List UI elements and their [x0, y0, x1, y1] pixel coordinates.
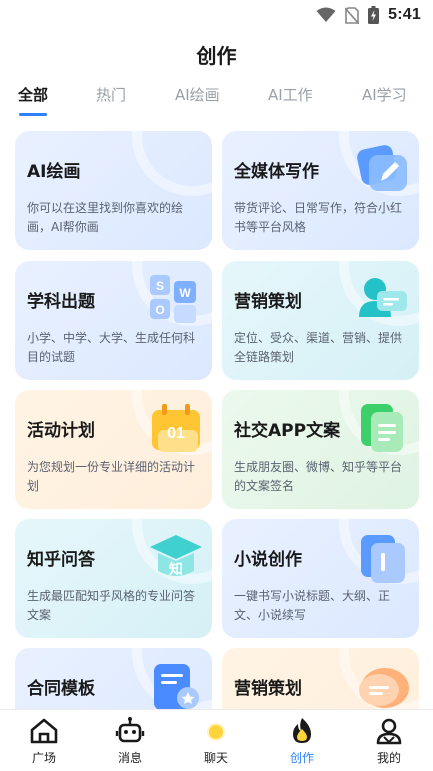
book-icon: [361, 535, 405, 583]
contract-icon: [154, 664, 199, 710]
nav-plaza[interactable]: 广场: [14, 716, 74, 768]
person-chat-icon: [359, 278, 407, 317]
card-title: 学科出题: [27, 292, 95, 312]
tab-ai-study[interactable]: AI学习: [362, 84, 407, 105]
calendar-icon: 01: [152, 404, 200, 452]
card-title: 全媒体写作: [234, 162, 319, 182]
nav-label: 消息: [117, 751, 142, 765]
card-desc: 生成最匹配知乎风格的专业问答文案: [27, 589, 196, 622]
card-desc: 生成朋友圈、微博、知乎等平台的文案签名: [234, 460, 403, 493]
tab-all[interactable]: 全部: [18, 84, 48, 105]
card-desc: 小学、中学、大学、生成任何科目的试题: [27, 331, 196, 364]
svg-text:01: 01: [167, 425, 185, 442]
card-novel-writing[interactable]: 小说创作 一键书写小说标题、大纲、正文、小说续写: [222, 519, 419, 638]
nav-label: 我的: [376, 751, 401, 765]
document-icon: [361, 404, 403, 452]
nav-label: 广场: [31, 751, 56, 765]
svg-text:O: O: [155, 303, 164, 317]
status-icons: 5:41: [316, 6, 421, 24]
graduation-cap-icon: 知: [150, 535, 202, 578]
pencil-edit-icon: [357, 145, 407, 191]
no-sim-icon: [345, 6, 360, 24]
card-marketing-plan[interactable]: 营销策划 定位、受众、渠道、营销、提供全链路策划: [222, 261, 419, 380]
svg-text:知: 知: [169, 561, 183, 578]
card-desc: 带货评论、日常写作，符合小红书等平台风格: [234, 201, 403, 234]
nav-chat[interactable]: 聊天: [186, 716, 246, 768]
card-title: 社交APP文案: [234, 421, 341, 441]
status-time: 5:41: [388, 6, 421, 23]
status-bar: 5:41: [0, 0, 433, 30]
card-title: AI绘画: [27, 162, 81, 182]
card-desc: 定位、受众、渠道、营销、提供全链路策划: [234, 331, 403, 364]
user-icon: [376, 718, 402, 745]
card-ai-painting[interactable]: AI绘画 你可以在这里找到你喜欢的绘画，AI帮你画: [15, 131, 212, 250]
nav-label: 创作: [289, 751, 314, 765]
tab-ai-painting[interactable]: AI绘画: [175, 84, 220, 105]
robot-icon: [115, 717, 145, 743]
nav-messages[interactable]: 消息: [100, 716, 160, 768]
wifi-icon: [316, 7, 336, 22]
card-title: 营销策划: [234, 679, 302, 699]
flame-icon: [293, 718, 311, 743]
card-event-plan[interactable]: 活动计划 为您规划一份专业详细的活动计划 01: [15, 390, 212, 509]
tab-ai-work[interactable]: AI工作: [268, 84, 313, 105]
card-desc: 为您规划一份专业详细的活动计划: [27, 460, 196, 493]
tab-active-indicator: [19, 113, 47, 116]
card-subject-questions[interactable]: 学科出题 小学、中学、大学、生成任何科目的试题 S W O: [15, 261, 212, 380]
nav-label: 聊天: [203, 751, 228, 765]
card-title: 活动计划: [27, 421, 95, 441]
card-contract-template[interactable]: 合同模板: [15, 648, 212, 711]
speech-bubble-icon: [359, 668, 409, 708]
card-marketing-plan-2[interactable]: 营销策划: [222, 648, 419, 711]
svg-text:S: S: [156, 279, 164, 293]
tab-hot[interactable]: 热门: [96, 84, 126, 105]
category-tabs: 全部 热门 AI绘画 AI工作 AI学习: [0, 84, 433, 116]
letter-blocks-icon: S W O: [150, 275, 196, 323]
card-title: 知乎问答: [27, 550, 95, 570]
card-desc: 你可以在这里找到你喜欢的绘画，AI帮你画: [27, 201, 184, 234]
home-icon: [30, 718, 58, 744]
sun-dot-icon: [207, 723, 225, 741]
battery-charging-icon: [368, 6, 380, 24]
bottom-nav: 广场 消息 聊天 创作 我的: [0, 709, 433, 771]
card-title: 营销策划: [234, 292, 302, 312]
nav-me[interactable]: 我的: [359, 716, 419, 768]
card-desc: 一键书写小说标题、大纲、正文、小说续写: [234, 589, 391, 622]
card-zhihu-qa[interactable]: 知乎问答 生成最匹配知乎风格的专业问答文案 知: [15, 519, 212, 638]
card-all-media-writing[interactable]: 全媒体写作 带货评论、日常写作，符合小红书等平台风格: [222, 131, 419, 250]
svg-text:W: W: [179, 286, 191, 300]
nav-create[interactable]: 创作: [272, 716, 332, 768]
page-title: 创作: [196, 44, 237, 68]
card-social-app-copy[interactable]: 社交APP文案 生成朋友圈、微博、知乎等平台的文案签名: [222, 390, 419, 509]
card-title: 小说创作: [234, 550, 302, 570]
card-title: 合同模板: [27, 679, 95, 699]
feature-card-grid: AI绘画 你可以在这里找到你喜欢的绘画，AI帮你画 全媒体写作 带货评论、日常写…: [0, 131, 433, 711]
